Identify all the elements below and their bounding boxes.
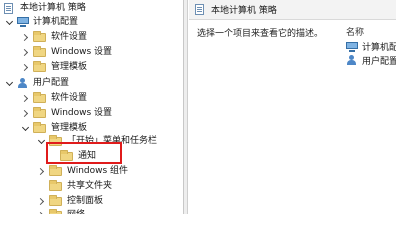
list-item-label: 用户配置 <box>362 57 396 67</box>
tree-item-label: Windows 组件 <box>67 166 129 176</box>
folder-icon <box>33 60 46 72</box>
tree-root-label: 本地计算机 策略 <box>20 3 86 13</box>
collapse-arrow-icon[interactable] <box>22 109 30 117</box>
list-item-label: 计算机配置 <box>362 43 396 53</box>
folder-icon <box>49 208 62 214</box>
expand-arrow-icon[interactable] <box>22 124 30 132</box>
collapse-arrow-icon[interactable] <box>22 33 30 41</box>
tree-item-uc-windows[interactable]: Windows 设置 <box>22 106 183 120</box>
user-icon <box>17 77 29 89</box>
tree-item-uc-admin[interactable]: 管理模板 <box>22 121 183 135</box>
description-text: 选择一个项目来查看它的描述。 <box>197 29 324 39</box>
expand-arrow-icon[interactable] <box>6 79 14 87</box>
tree-item-label: 软件设置 <box>51 32 88 42</box>
tree-item-uc-software[interactable]: 软件设置 <box>22 91 183 105</box>
tree-item-cc-windows[interactable]: Windows 设置 <box>22 45 183 59</box>
tree-item-shared-folders[interactable]: 共享文件夹 <box>49 179 183 193</box>
tree-item-label: Windows 设置 <box>51 47 113 57</box>
collapse-arrow-icon[interactable] <box>22 63 30 71</box>
tree-pane[interactable]: 本地计算机 策略 计算机配置 软件设置 Windows 设置 管理模板 用户配置… <box>0 0 184 214</box>
user-icon <box>346 55 358 66</box>
tree-item-label: 软件设置 <box>51 93 88 103</box>
details-header: 本地计算机 策略 <box>189 0 396 20</box>
details-header-title: 本地计算机 策略 <box>211 6 277 16</box>
tree-item-label: 通知 <box>78 151 97 161</box>
tree-item-label: 共享文件夹 <box>67 181 113 191</box>
tree-item-control-panel[interactable]: 控制面板 <box>38 194 183 208</box>
pane-splitter[interactable] <box>184 0 188 214</box>
tree-item-label: 用户配置 <box>33 78 70 88</box>
folder-icon <box>49 194 62 206</box>
computer-icon <box>17 17 29 27</box>
expand-arrow-icon[interactable] <box>38 137 46 145</box>
collapse-arrow-icon[interactable] <box>38 197 46 205</box>
folder-icon <box>49 164 62 176</box>
folder-icon <box>60 149 73 161</box>
folder-icon <box>33 45 46 57</box>
tree-item-label: 计算机配置 <box>33 17 79 27</box>
tree-item-computer-config[interactable]: 计算机配置 <box>6 15 183 29</box>
collapse-arrow-icon[interactable] <box>38 167 46 175</box>
tree-item-cc-admin[interactable]: 管理模板 <box>22 60 183 74</box>
expand-arrow-icon[interactable] <box>6 18 14 26</box>
tree-item-windows-components[interactable]: Windows 组件 <box>38 164 183 178</box>
column-header-name[interactable]: 名称 <box>346 25 364 38</box>
computer-icon <box>346 41 358 52</box>
tree-item-notifications[interactable]: 通知 <box>60 149 183 163</box>
folder-icon <box>33 106 46 118</box>
tree-root[interactable]: 本地计算机 策略 <box>4 1 183 15</box>
tree-item-label: Windows 设置 <box>51 108 113 118</box>
folder-icon <box>33 121 46 133</box>
policy-doc-icon <box>4 2 16 14</box>
tree-item-label: 控制面板 <box>67 196 104 206</box>
collapse-arrow-icon[interactable] <box>22 94 30 102</box>
policy-doc-icon <box>195 4 207 15</box>
folder-icon <box>33 30 46 42</box>
list-item-computer-config[interactable]: 计算机配置 <box>346 40 396 53</box>
tree-item-network[interactable]: 网络 <box>38 208 183 214</box>
list-item-user-config[interactable]: 用户配置 <box>346 54 396 67</box>
tree-item-label: 管理模板 <box>51 62 88 72</box>
details-pane: 本地计算机 策略 选择一个项目来查看它的描述。 名称 计算机配置 用户配置 <box>189 0 396 214</box>
tree-item-label: 管理模板 <box>51 123 88 133</box>
folder-icon <box>33 91 46 103</box>
collapse-arrow-icon[interactable] <box>22 48 30 56</box>
tree-item-cc-software[interactable]: 软件设置 <box>22 30 183 44</box>
tree-item-label: 网络 <box>67 208 85 214</box>
folder-icon <box>49 179 62 191</box>
collapse-arrow-icon[interactable] <box>38 211 46 214</box>
tree-item-user-config[interactable]: 用户配置 <box>6 76 183 90</box>
